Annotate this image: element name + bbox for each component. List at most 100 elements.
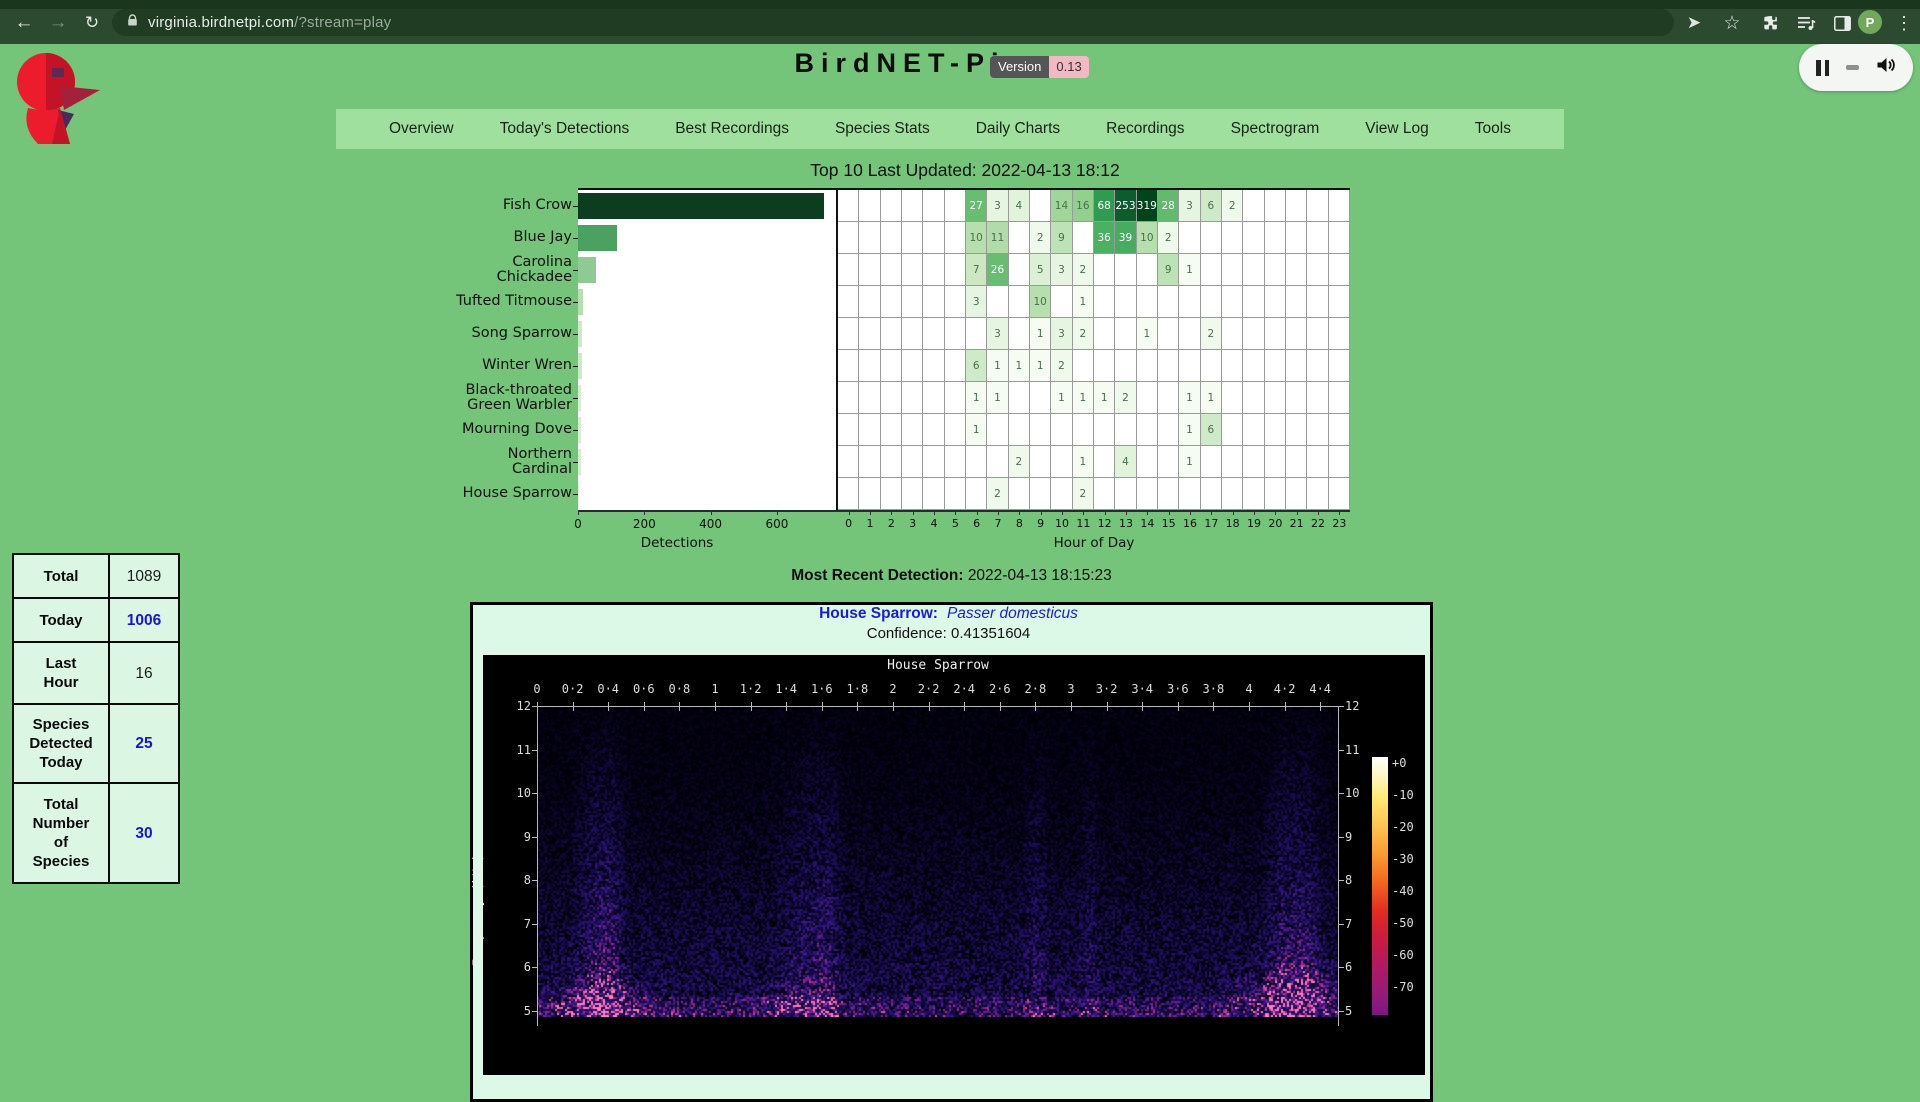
heatmap-cell <box>1009 478 1030 510</box>
audio-player[interactable] <box>1799 44 1913 91</box>
spectrogram-time-ticklabel: 1 <box>711 682 718 696</box>
hour-axis-tick <box>977 511 978 515</box>
stat-label: Today <box>13 598 109 642</box>
spectrogram-time-tick <box>573 702 574 711</box>
nav-item-recordings[interactable]: Recordings <box>1106 120 1184 138</box>
heatmap-cell: 6 <box>1201 414 1222 446</box>
spectrogram-freq-ticklabel: 11 <box>505 743 531 757</box>
stat-value[interactable]: 30 <box>109 783 179 883</box>
bar-axis-label: Detections <box>641 535 714 551</box>
stat-value[interactable]: 25 <box>109 704 179 783</box>
heatmap-cell: 1 <box>1179 382 1200 414</box>
heatmap-cell <box>1115 350 1136 382</box>
heatmap-cell <box>1137 350 1158 382</box>
heatmap-cell <box>859 478 880 510</box>
spectrogram-time-ticklabel: 0·2 <box>562 682 584 696</box>
spectrogram-time-tick <box>608 702 609 711</box>
heatmap-cell: 1 <box>1179 254 1200 286</box>
species-label: Carolina Chickadee <box>340 254 572 286</box>
heatmap-cell <box>1179 318 1200 350</box>
share-icon[interactable]: ➤ <box>1682 11 1706 35</box>
media-playlist-icon[interactable] <box>1794 11 1818 35</box>
heatmap-cell <box>1094 446 1115 478</box>
heatmap-cell <box>1265 446 1286 478</box>
colorbar-ticklabel: +0 <box>1392 756 1406 770</box>
heatmap-cell <box>987 414 1008 446</box>
address-bar[interactable]: virginia.birdnetpi.com/?stream=play <box>112 9 1674 36</box>
heatmap-cell <box>1030 190 1051 222</box>
side-panel-icon[interactable] <box>1830 11 1854 35</box>
heatmap-cell <box>1307 222 1328 254</box>
heatmap-cell: 3 <box>1179 190 1200 222</box>
heatmap-cell <box>1243 222 1264 254</box>
browser-reload-button[interactable]: ↻ <box>80 11 104 35</box>
browser-tabstrip <box>0 0 1920 9</box>
heatmap-cell <box>838 286 859 318</box>
spectrogram-freq-ticklabel-right: 8 <box>1345 873 1371 887</box>
spectrogram-time-tick <box>1142 702 1143 711</box>
nav-item-overview[interactable]: Overview <box>389 120 454 138</box>
bar-axis-ticklabel: 600 <box>765 517 788 531</box>
profile-avatar[interactable]: P <box>1858 10 1882 34</box>
nav-item-view-log[interactable]: View Log <box>1365 120 1428 138</box>
bar-axis-tick <box>578 511 579 515</box>
species-label: Northern Cardinal <box>340 446 572 478</box>
heatmap-cell <box>1329 350 1350 382</box>
hour-axis-ticklabel: 5 <box>952 517 959 530</box>
nav-item-species-stats[interactable]: Species Stats <box>835 120 930 138</box>
browser-forward-button[interactable]: → <box>46 11 70 35</box>
browser-chrome: ← → ↻ virginia.birdnetpi.com/?stream=pla… <box>0 0 1920 44</box>
stat-value[interactable]: 1006 <box>109 598 179 642</box>
spectrogram-freq-ticklabel: 12 <box>505 699 531 713</box>
heatmap-cell <box>1158 414 1179 446</box>
birdnet-pi-logo <box>8 52 108 149</box>
heatmap-cell <box>1222 414 1243 446</box>
extensions-puzzle-icon[interactable] <box>1758 11 1782 35</box>
heatmap-cell <box>1286 382 1307 414</box>
spectrogram-time-ticklabel: 4·4 <box>1309 682 1331 696</box>
species-label: Song Sparrow <box>340 318 572 350</box>
species-label: Fish Crow <box>340 190 572 222</box>
nav-item-daily-charts[interactable]: Daily Charts <box>976 120 1060 138</box>
species-label: Mourning Dove <box>340 414 572 446</box>
heatmap-cell <box>1179 478 1200 510</box>
padlock-icon <box>126 14 139 32</box>
heatmap-cell <box>902 414 923 446</box>
heatmap-cell <box>881 286 902 318</box>
heatmap-cell <box>902 286 923 318</box>
nav-item-best-recordings[interactable]: Best Recordings <box>675 120 789 138</box>
heatmap-cell: 9 <box>1158 254 1179 286</box>
nav-item-tools[interactable]: Tools <box>1475 120 1511 138</box>
bookmark-star-icon[interactable]: ☆ <box>1720 11 1744 35</box>
heatmap-cell: 1 <box>987 350 1008 382</box>
pause-icon[interactable] <box>1816 60 1829 76</box>
spectrogram-time-ticklabel: 2·8 <box>1025 682 1047 696</box>
nav-item-spectrogram[interactable]: Spectrogram <box>1231 120 1320 138</box>
browser-back-button[interactable]: ← <box>12 11 36 35</box>
spectrogram-freq-ticklabel-right: 7 <box>1345 917 1371 931</box>
version-value: 0.13 <box>1049 56 1088 78</box>
version-label: Version <box>990 56 1049 78</box>
heatmap-cell: 1 <box>1094 382 1115 414</box>
heatmap-cell <box>1243 414 1264 446</box>
stats-table: Total1089Today1006Last Hour16Species Det… <box>12 553 180 884</box>
heatmap-cell <box>1265 254 1286 286</box>
heatmap-cell <box>1265 222 1286 254</box>
heatmap-cell <box>1158 286 1179 318</box>
nav-item-today-s-detections[interactable]: Today's Detections <box>500 120 630 138</box>
heatmap-cell: 1 <box>966 382 987 414</box>
browser-menu-icon[interactable]: ⋮ <box>1892 11 1916 35</box>
seek-bar[interactable] <box>1846 65 1859 70</box>
detection-species-name[interactable]: House Sparrow: <box>819 605 938 622</box>
heatmap-cell <box>987 286 1008 318</box>
heatmap-cell <box>945 478 966 510</box>
spectrogram-axis-line <box>537 706 1338 707</box>
heatmap-cell: 2 <box>1009 446 1030 478</box>
heatmap-cell <box>1222 478 1243 510</box>
hour-axis-ticklabel: 2 <box>888 517 895 530</box>
speaker-icon[interactable] <box>1876 56 1896 79</box>
heatmap-cell <box>1201 478 1222 510</box>
most-recent-detection: Most Recent Detection: 2022-04-13 18:15:… <box>390 567 1513 585</box>
heatmap-cell: 5 <box>1030 254 1051 286</box>
heatmap-cell <box>945 414 966 446</box>
